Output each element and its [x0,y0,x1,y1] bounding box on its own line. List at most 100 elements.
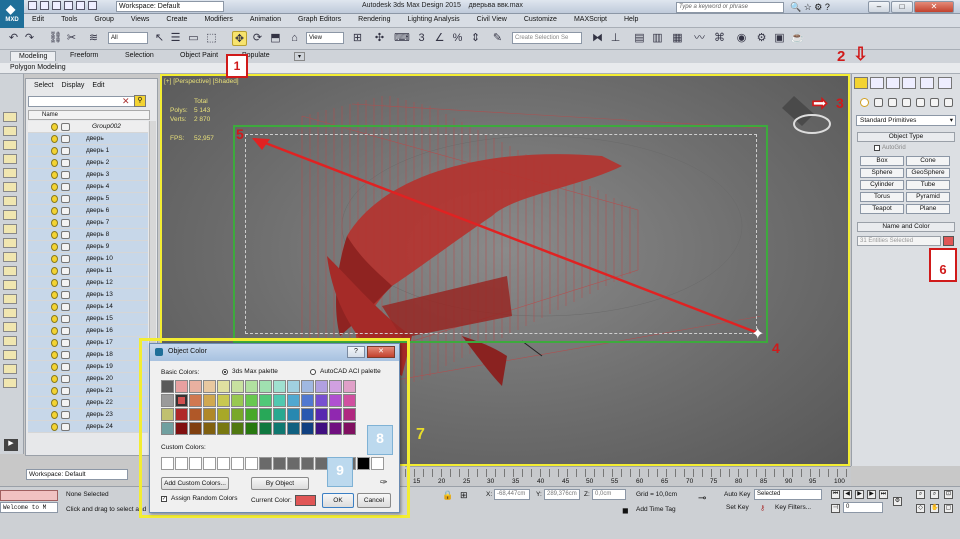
add-custom-colors-button[interactable]: Add Custom Colors... [161,477,229,490]
palette-swatch[interactable] [161,422,174,435]
align-icon[interactable]: ⊥ [608,31,623,46]
light-bulb-icon[interactable] [51,255,58,263]
display-none-icon[interactable] [3,112,17,122]
scene-object-row[interactable]: дверь 4 [28,181,148,193]
menu-customize[interactable]: Customize [524,14,557,23]
light-bulb-icon[interactable] [51,339,58,347]
palette-swatch[interactable] [231,422,244,435]
light-bulb-icon[interactable] [51,183,58,191]
tab-freeform[interactable]: Freeform [70,52,98,59]
workspace-bottom-dropdown[interactable]: Workspace: Default [26,469,128,480]
palette-swatch[interactable] [217,408,230,421]
key-mode-toggle-icon[interactable]: ⊣ [831,504,840,513]
toggle-scene-explorer-icon[interactable]: ▤ [632,31,647,46]
current-frame-field[interactable]: 0 [843,502,883,513]
palette-swatch[interactable] [315,422,328,435]
light-bulb-icon[interactable] [51,171,58,179]
percent-snap-icon[interactable]: % [450,31,465,46]
palette-swatch[interactable] [315,380,328,393]
palette-swatch[interactable] [287,422,300,435]
named-selection-sets-input[interactable]: Create Selection Se [512,32,582,44]
find-icon[interactable]: ⚲ [134,95,146,107]
zoom-extents-icon[interactable]: ⊡ [944,490,953,499]
palette-swatch[interactable] [315,408,328,421]
light-bulb-icon[interactable] [51,315,58,323]
custom-color-swatch[interactable] [217,457,230,470]
aci-palette-radio[interactable] [310,369,316,375]
palette-swatch[interactable] [161,394,174,407]
display-cameras-icon[interactable] [3,168,17,178]
custom-color-swatch[interactable] [245,457,258,470]
palette-swatch[interactable] [287,380,300,393]
plane-button[interactable]: Plane [906,204,950,214]
palette-swatch[interactable] [329,422,342,435]
ribbon-options-dropdown[interactable]: ▾ [294,52,306,61]
autogrid-checkbox[interactable] [874,145,880,151]
reference-coordinate-dropdown[interactable]: View [306,32,344,44]
palette-swatch[interactable] [189,408,202,421]
palette-swatch[interactable] [287,408,300,421]
menu-create[interactable]: Create [166,14,187,23]
menu-maxscript[interactable]: MAXScript [574,14,607,23]
close-window-button[interactable]: ✕ [914,1,954,13]
helpers-icon[interactable] [916,98,925,107]
scene-object-row[interactable]: дверь 9 [28,241,148,253]
y-coord-field[interactable]: 289,376cm [544,489,580,500]
tab-modeling[interactable]: Modeling [10,51,57,61]
toggle-layer-explorer-icon[interactable]: ▥ [650,31,665,46]
pivot-center-icon[interactable]: ⊞ [350,31,365,46]
undo-icon[interactable]: ↶ [6,31,21,46]
scene-object-row[interactable]: дверь 20 [28,373,148,385]
select-and-move-icon[interactable]: ✥ [232,31,247,46]
undo-icon[interactable] [64,1,73,10]
palette-swatch[interactable] [273,408,286,421]
set-key-button[interactable]: Set Key [726,504,749,511]
palette-swatch[interactable] [189,394,202,407]
clear-search-icon[interactable]: ✕ [122,96,130,107]
scene-object-row[interactable]: дверь 16 [28,325,148,337]
current-color-swatch[interactable] [295,495,316,506]
light-bulb-icon[interactable] [51,207,58,215]
select-and-scale-icon[interactable]: ⬒ [268,31,283,46]
scene-object-row[interactable]: дверь 10 [28,253,148,265]
cylinder-button[interactable]: Cylinder [860,180,904,190]
palette-swatch[interactable] [189,380,202,393]
geometry-icon[interactable] [860,98,869,107]
palette-swatch[interactable] [231,408,244,421]
go-to-end-icon[interactable]: ⏭ [879,490,888,499]
invert-display-icon[interactable] [3,322,17,332]
keyboard-shortcut-override-icon[interactable]: ⌨ [394,31,410,46]
palette-swatch[interactable] [217,422,230,435]
palette-swatch[interactable] [259,380,272,393]
dialog-close-button[interactable]: ✕ [367,346,395,358]
palette-swatch[interactable] [245,422,258,435]
palette-swatch[interactable] [175,394,188,407]
maximize-viewport-icon[interactable]: ▢ [944,504,953,513]
curve-editor-icon[interactable]: 〰 [692,31,707,46]
palette-swatch[interactable] [217,380,230,393]
palette-swatch[interactable] [245,380,258,393]
scene-object-row[interactable]: дверь 8 [28,229,148,241]
maximize-button[interactable]: □ [891,1,913,13]
palette-swatch[interactable] [203,380,216,393]
tab-object-paint[interactable]: Object Paint [180,52,218,59]
modify-tab-icon[interactable] [870,77,884,89]
light-bulb-icon[interactable] [51,375,58,383]
display-hidden-icon[interactable] [3,280,17,290]
palette-swatch[interactable] [329,408,342,421]
app-menu-button[interactable]: ◆ MXD [0,0,24,28]
light-bulb-icon[interactable] [51,123,58,131]
display-frozen-icon[interactable] [3,266,17,276]
field-of-view-icon[interactable]: ◇ [916,504,925,513]
geosphere-button[interactable]: GeoSphere [906,168,950,178]
custom-color-swatch[interactable] [357,457,370,470]
light-bulb-icon[interactable] [51,411,58,419]
palette-swatch[interactable] [343,408,356,421]
scene-object-row[interactable]: дверь 21 [28,385,148,397]
select-and-rotate-icon[interactable]: ⟳ [250,31,265,46]
systems-icon[interactable] [944,98,953,107]
scene-object-row[interactable]: дверь 3 [28,169,148,181]
tube-button[interactable]: Tube [906,180,950,190]
custom-color-swatch[interactable] [371,457,384,470]
search-input[interactable]: Type a keyword or phrase [676,2,784,13]
